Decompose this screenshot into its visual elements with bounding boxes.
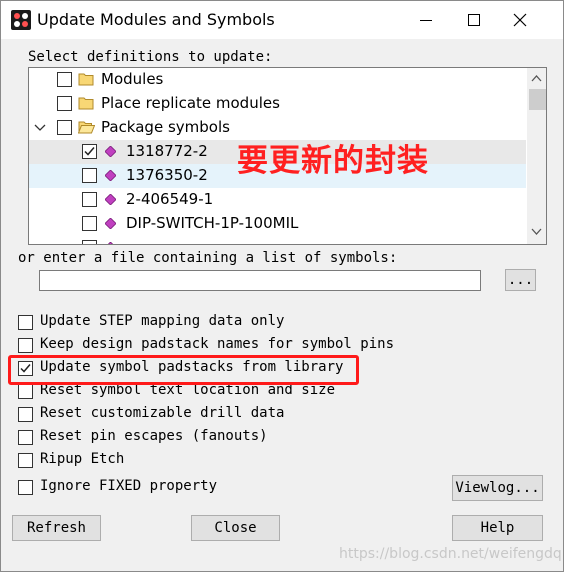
close-window-button[interactable]: [497, 1, 543, 39]
highlight-box: [8, 355, 359, 385]
tree-item-symbol[interactable]: DIP-SWITCH-1P-100MIL: [29, 212, 526, 236]
symbol-icon: [105, 194, 116, 205]
tree-item-partial: [29, 236, 526, 244]
tree-item-label: Modules: [101, 70, 164, 88]
tree-item-label: 1376350-2: [126, 166, 208, 184]
window-title: Update Modules and Symbols: [37, 10, 275, 29]
browse-button[interactable]: ...: [505, 269, 536, 291]
tree-item-label: 1318772-2: [126, 142, 208, 160]
tree-item-label: Package symbols: [101, 118, 230, 136]
option-checkbox[interactable]: [18, 384, 33, 399]
folder-icon: [78, 73, 94, 86]
option-checkbox[interactable]: [18, 315, 33, 330]
option-label: Reset pin escapes (fanouts): [40, 428, 268, 444]
tree-checkbox[interactable]: [82, 240, 97, 244]
folder-icon: [78, 97, 94, 110]
tree-scrollbar[interactable]: [527, 68, 546, 244]
minimize-icon: [420, 20, 432, 21]
symbol-icon: [105, 170, 116, 181]
title-bar: Update Modules and Symbols: [1, 1, 563, 39]
option-checkbox[interactable]: [18, 430, 33, 445]
symbol-icon: [105, 146, 116, 157]
checkmark-icon: [84, 147, 95, 156]
tree-checkbox[interactable]: [82, 192, 97, 207]
definitions-label: Select definitions to update:: [28, 49, 273, 65]
minimize-button[interactable]: [403, 1, 449, 39]
close-button[interactable]: Close: [191, 515, 280, 541]
option-label: Update STEP mapping data only: [40, 313, 285, 329]
option-label: Ignore FIXED property: [40, 478, 218, 494]
tree-checkbox-checked[interactable]: [82, 144, 97, 159]
chevron-down-icon[interactable]: [34, 124, 46, 132]
tree-item-modules[interactable]: Modules: [29, 68, 526, 92]
option-checkbox[interactable]: [18, 453, 33, 468]
refresh-button[interactable]: Refresh: [12, 515, 101, 541]
tree-item-label: DIP-SWITCH-1P-100MIL: [126, 214, 299, 232]
maximize-button[interactable]: [451, 1, 497, 39]
scroll-down-icon[interactable]: [531, 228, 542, 236]
symbol-icon: [107, 242, 114, 244]
option-label: Keep design padstack names for symbol pi…: [40, 336, 395, 352]
tree-checkbox[interactable]: [57, 120, 72, 135]
option-label: Ripup Etch: [40, 451, 125, 467]
help-button[interactable]: Help: [452, 515, 543, 541]
symbol-list-file-input[interactable]: [39, 270, 481, 291]
app-icon: [11, 10, 31, 30]
tree-item-symbol[interactable]: 2-406549-1: [29, 188, 526, 212]
maximize-icon: [468, 14, 480, 26]
option-checkbox[interactable]: [18, 338, 33, 353]
option-checkbox[interactable]: [18, 407, 33, 422]
symbol-icon: [105, 218, 116, 229]
option-checkbox[interactable]: [18, 480, 33, 495]
viewlog-button[interactable]: Viewlog...: [452, 475, 543, 501]
tree-item-label: Place replicate modules: [101, 94, 280, 112]
open-folder-icon: [78, 121, 95, 134]
tree-checkbox[interactable]: [57, 72, 72, 87]
annotation-text: 要更新的封装: [237, 143, 429, 179]
watermark: https://blog.csdn.net/weifengdq: [339, 546, 562, 562]
tree-item-place-replicate-modules[interactable]: Place replicate modules: [29, 92, 526, 116]
dialog-window: Update Modules and Symbols Select defini…: [0, 0, 564, 572]
file-label: or enter a file containing a list of sym…: [18, 250, 398, 266]
scrollbar-thumb[interactable]: [529, 89, 546, 110]
tree-checkbox[interactable]: [82, 168, 97, 183]
scroll-up-icon[interactable]: [531, 74, 542, 82]
option-label: Reset customizable drill data: [40, 405, 285, 421]
tree-item-label: 2-406549-1: [126, 190, 214, 208]
tree-checkbox[interactable]: [57, 96, 72, 111]
tree-checkbox[interactable]: [82, 216, 97, 231]
close-icon: [513, 13, 527, 27]
